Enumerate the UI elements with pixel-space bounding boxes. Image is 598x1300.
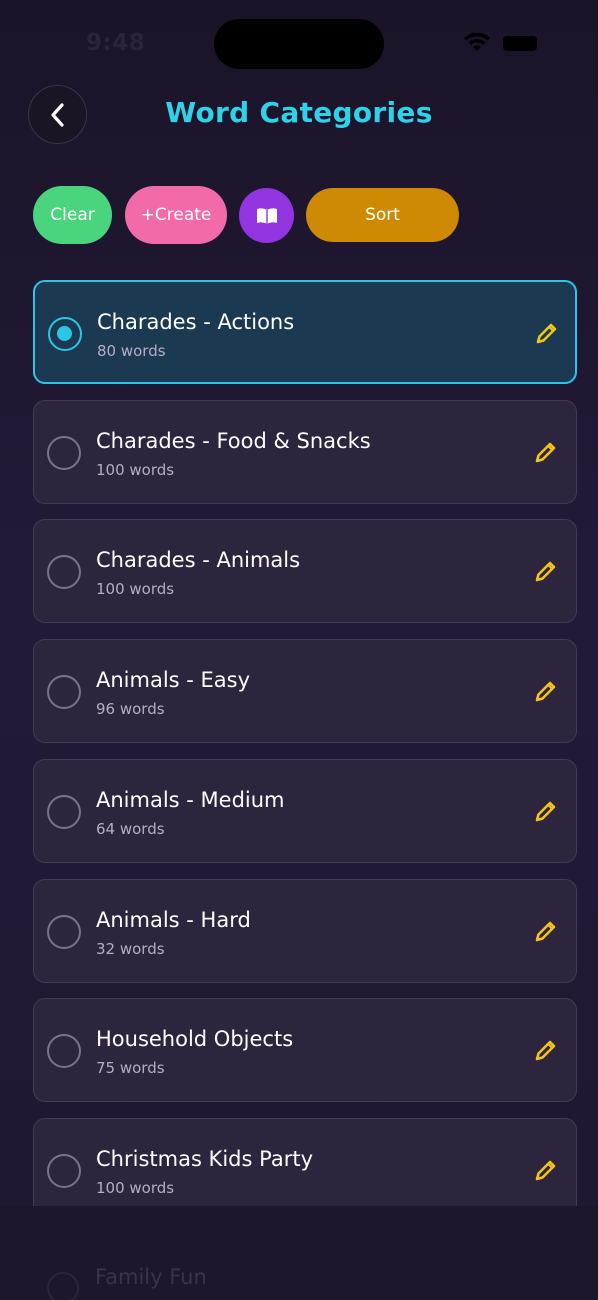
category-card[interactable]: Household Objects 75 words (33, 998, 577, 1103)
dynamic-island (214, 19, 384, 69)
radio-button[interactable] (47, 914, 81, 949)
category-word-count: 75 words (96, 1059, 165, 1078)
status-time: 9:48 (86, 30, 146, 56)
hidden-category-name: Family Fun (95, 1265, 207, 1289)
battery-icon (503, 36, 537, 51)
screen: 9:48 Word Categories Clear +Create Sort … (0, 0, 598, 1300)
library-button[interactable] (239, 188, 294, 243)
category-card[interactable]: Charades - Food & Snacks 100 words (33, 399, 577, 504)
pencil-icon[interactable] (533, 1037, 559, 1063)
category-card[interactable]: Animals - Easy 96 words (33, 639, 577, 744)
sort-button[interactable]: Sort (306, 188, 459, 242)
radio-selected-dot (57, 326, 72, 341)
category-card[interactable]: Animals - Medium 64 words (33, 758, 577, 863)
radio-button[interactable] (47, 435, 81, 470)
category-name: Charades - Actions (97, 310, 295, 334)
radio-button (47, 1272, 79, 1300)
bottom-overlay (0, 1206, 598, 1300)
category-name: Animals - Easy (96, 668, 251, 693)
category-word-count: 96 words (96, 700, 165, 719)
pencil-icon[interactable] (533, 678, 559, 704)
radio-button[interactable] (47, 675, 81, 710)
radio-button[interactable] (48, 317, 82, 351)
category-name: Household Objects (96, 1027, 294, 1052)
category-card[interactable]: Charades - Animals 100 words (33, 519, 577, 624)
category-word-count: 100 words (96, 460, 175, 479)
category-name: Animals - Medium (96, 787, 285, 812)
category-word-count: 100 words (96, 580, 175, 599)
category-card[interactable]: Animals - Hard 32 words (33, 878, 577, 983)
pencil-icon[interactable] (533, 798, 559, 824)
category-name: Charades - Animals (96, 548, 301, 573)
category-word-count: 80 words (97, 342, 166, 360)
category-word-count: 32 words (96, 939, 165, 958)
category-word-count: 64 words (96, 819, 165, 838)
clear-button[interactable]: Clear (33, 186, 112, 244)
category-card[interactable]: Charades - Actions 80 words (33, 280, 577, 384)
radio-button[interactable] (47, 1153, 81, 1188)
page-title: Word Categories (165, 96, 433, 129)
pencil-icon[interactable] (533, 918, 559, 944)
pencil-icon[interactable] (534, 320, 560, 346)
radio-button[interactable] (47, 794, 81, 829)
pencil-icon[interactable] (533, 558, 559, 584)
category-name: Christmas Kids Party (96, 1146, 313, 1171)
pencil-icon[interactable] (533, 1157, 559, 1183)
category-name: Charades - Food & Snacks (96, 428, 371, 453)
book-icon (256, 207, 277, 224)
category-word-count: 100 words (96, 1178, 175, 1197)
pencil-icon[interactable] (533, 439, 559, 465)
category-name: Animals - Hard (96, 907, 251, 932)
wifi-icon (464, 33, 490, 51)
radio-button[interactable] (47, 555, 81, 590)
radio-button[interactable] (47, 1034, 81, 1069)
create-button[interactable]: +Create (125, 186, 227, 244)
status-bar: 9:48 (0, 0, 598, 80)
